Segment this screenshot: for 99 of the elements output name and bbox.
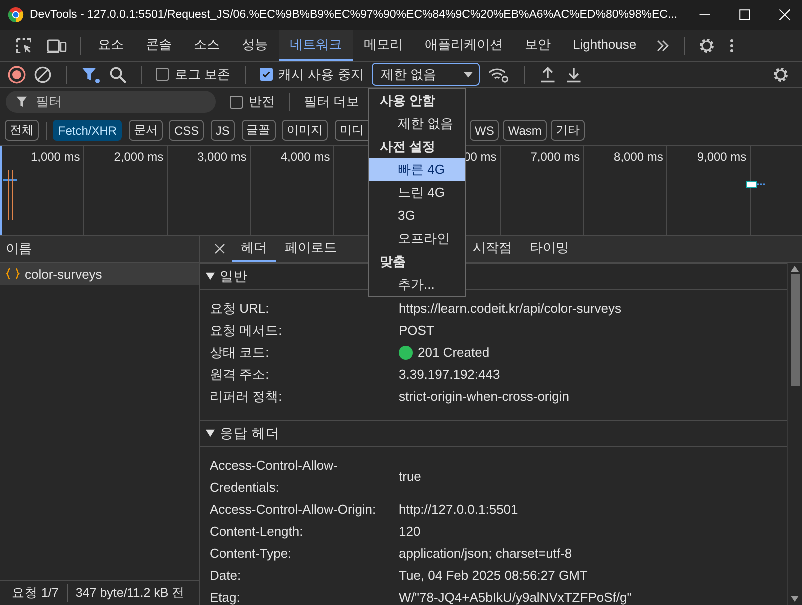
- panel-tab[interactable]: 애플리케이션: [414, 30, 514, 61]
- panel-tab[interactable]: 성능: [231, 30, 279, 61]
- header-value: 3.39.197.192:443: [399, 366, 500, 384]
- panel-tab[interactable]: Lighthouse: [562, 30, 648, 61]
- clear-icon[interactable]: [34, 66, 52, 84]
- browser-logo-icon: [8, 7, 24, 23]
- panel-tab[interactable]: 콘솔: [135, 30, 183, 61]
- stop-recording-icon[interactable]: [8, 66, 26, 84]
- checkbox-label: 로그 보존: [175, 66, 231, 84]
- header-value: W/"78-JQ4+A5bIkU/y9alNVxTZFPoSf/g": [399, 589, 632, 605]
- device-toolbar-icon[interactable]: [47, 36, 67, 54]
- detail-tab[interactable]: 시작점: [464, 236, 521, 262]
- header-name: Content-Type:: [210, 545, 293, 563]
- close-icon[interactable]: [214, 243, 226, 255]
- throttling-select[interactable]: 제한 없음: [372, 63, 480, 86]
- fetch-request-icon: [6, 268, 20, 280]
- header-name: Etag:: [210, 589, 242, 605]
- type-filter-chip[interactable]: Wasm: [503, 120, 547, 141]
- request-count: 요청 1/7: [12, 584, 59, 602]
- type-filter-chip[interactable]: 기타: [550, 120, 585, 141]
- expand-triangle-icon[interactable]: [206, 272, 215, 281]
- filter-icon: [16, 96, 28, 108]
- menu-item[interactable]: 오프라인: [369, 227, 465, 250]
- header-value: http://127.0.0.1:5501: [399, 501, 518, 519]
- menu-item[interactable]: 3G: [369, 204, 465, 227]
- panel-tab[interactable]: 네트워크: [279, 30, 353, 61]
- scroll-down-icon[interactable]: [791, 596, 799, 602]
- settings-icon[interactable]: [698, 36, 716, 54]
- scrollbar-thumb[interactable]: [790, 274, 800, 386]
- network-conditions-icon[interactable]: [488, 66, 510, 84]
- header-name: 상태 코드:: [210, 344, 270, 362]
- column-header[interactable]: 이름: [6, 240, 32, 258]
- menu-item[interactable]: 빠른 4G: [369, 158, 465, 181]
- menu-group-label: 사용 안함: [379, 92, 437, 110]
- header-value: application/json; charset=utf-8: [399, 545, 572, 563]
- tick-label: 1,000 ms: [30, 150, 80, 165]
- more-options-icon[interactable]: [730, 38, 734, 54]
- expand-triangle-icon[interactable]: [206, 429, 215, 438]
- header-name: Content-Length:: [210, 523, 304, 541]
- header-name: Date:: [210, 567, 242, 585]
- header-name: Access-Control-Allow-Origin:: [210, 501, 378, 519]
- header-name: 요청 URL:: [210, 300, 270, 318]
- request-timing-marks: [746, 181, 766, 188]
- type-filter-chip[interactable]: 전체: [5, 120, 39, 141]
- menu-item[interactable]: 느린 4G: [369, 181, 465, 204]
- request-row[interactable]: color-surveys: [0, 263, 199, 285]
- settings-icon[interactable]: [772, 66, 790, 84]
- header-value: 120: [399, 523, 421, 541]
- inspect-element-icon[interactable]: [15, 36, 33, 54]
- download-icon[interactable]: [564, 66, 583, 84]
- header-value: 201 Created: [418, 344, 490, 362]
- type-filter-chip[interactable]: 글꼴: [242, 120, 276, 141]
- menu-item[interactable]: 제한 없음: [369, 112, 465, 135]
- header-value: Tue, 04 Feb 2025 08:56:27 GMT: [399, 567, 588, 585]
- type-filter-chip[interactable]: JS: [210, 120, 235, 141]
- type-filter-chip[interactable]: 이미지: [282, 120, 328, 141]
- checkbox-label: 캐시 사용 중지: [278, 66, 364, 84]
- more-tabs-icon[interactable]: [654, 38, 671, 54]
- header-name: 요청 메서드:: [210, 322, 284, 340]
- type-filter-chip[interactable]: CSS: [169, 120, 204, 141]
- window-title: DevTools - 127.0.0.1:5501/Request_JS/06.%EC%9B%B9%EC%97%90%EC%84%9C%20%EB%A6%AC%ED%80%98%EC...: [30, 9, 679, 21]
- tick-label: 4,000 ms: [280, 150, 330, 165]
- more-filters-dropdown[interactable]: 필터 더보: [304, 93, 360, 111]
- transfer-size: 347 byte/11.2 kB 전: [76, 584, 186, 602]
- maximize-icon[interactable]: [739, 9, 751, 21]
- panel-tab[interactable]: 메모리: [353, 30, 414, 61]
- request-timing-marks: [3, 170, 19, 220]
- tick-label: 9,000 ms: [697, 150, 747, 165]
- type-filter-chip[interactable]: WS: [470, 120, 500, 141]
- tick-label: 3,000 ms: [198, 150, 247, 165]
- detail-tab[interactable]: 타이밍: [521, 236, 578, 262]
- header-value: strict-origin-when-cross-origin: [399, 388, 570, 406]
- header-value: true: [399, 468, 422, 486]
- section-header[interactable]: 응답 헤더: [200, 420, 787, 447]
- tick-label: 2,000 ms: [114, 150, 164, 165]
- header-name: 원격 주소:: [210, 366, 270, 384]
- tick-label: 8,000 ms: [614, 150, 664, 165]
- scroll-up-icon[interactable]: [791, 266, 799, 272]
- checkbox[interactable]: [260, 68, 273, 81]
- panel-tab[interactable]: 보안: [514, 30, 562, 61]
- checkbox[interactable]: [156, 68, 169, 81]
- checkbox[interactable]: [230, 96, 243, 108]
- type-filter-chip[interactable]: Fetch/XHR: [53, 120, 122, 141]
- type-filter-chip[interactable]: 문서: [128, 120, 163, 141]
- filter-field[interactable]: 필터: [6, 91, 216, 113]
- filter-icon[interactable]: [81, 66, 101, 84]
- caret-icon: [464, 72, 473, 78]
- panel-tab[interactable]: 요소: [87, 30, 135, 61]
- panel-tab[interactable]: 소스: [183, 30, 231, 61]
- header-value: https://learn.codeit.kr/api/color-surveys: [399, 300, 622, 318]
- tick-label: 7,000 ms: [530, 150, 580, 165]
- menu-group-label: 사전 설정: [379, 138, 437, 156]
- header-name: Access-Control-Allow-Credentials:: [210, 457, 339, 497]
- upload-icon[interactable]: [538, 66, 557, 84]
- detail-tab[interactable]: 페이로드: [276, 236, 346, 262]
- checkbox-label: 반전: [249, 93, 275, 111]
- header-name: 리퍼러 정책:: [210, 388, 284, 406]
- header-value: POST: [399, 322, 434, 340]
- search-icon[interactable]: [109, 66, 127, 84]
